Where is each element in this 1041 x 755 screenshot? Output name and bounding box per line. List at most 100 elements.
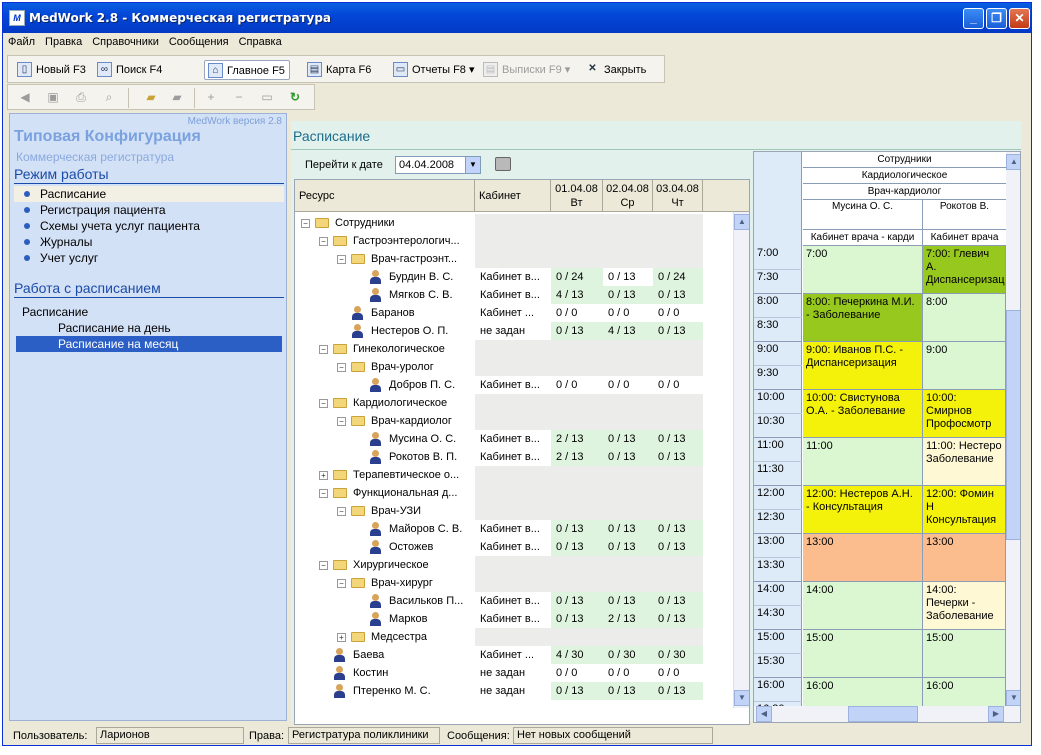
folder-icon[interactable]: ▰ [168,88,186,106]
expand-toggle-icon[interactable]: − [319,561,328,570]
slots-cell[interactable]: 0 / 30 [603,646,653,664]
table-row[interactable]: Нестеров О. П. не задан 0 / 13 4 / 13 0 / 13 [295,322,735,340]
slots-cell[interactable] [551,412,603,430]
slots-cell[interactable] [551,358,603,376]
table-row[interactable]: − Врач-хирург [295,574,735,592]
table-row[interactable]: − Функциональная д... [295,484,735,502]
menu-edit[interactable]: Правка [40,33,87,51]
appointment-slot[interactable]: 12:00: Фомин Н Консультация [923,486,1006,534]
save-icon[interactable]: ▣ [44,88,62,106]
table-row[interactable]: − Гастроэнтерологич... [295,232,735,250]
slots-cell[interactable] [653,628,703,646]
slots-cell[interactable]: 0 / 0 [653,376,703,394]
table-row[interactable]: − Кардиологическое [295,394,735,412]
slots-cell[interactable]: 0 / 0 [551,304,603,322]
table-row[interactable]: − Гинекологическое [295,340,735,358]
table-row[interactable]: Мусина О. С. Кабинет в... 2 / 13 0 / 13 0 / … [295,430,735,448]
slots-cell[interactable] [603,628,653,646]
slots-cell[interactable]: 0 / 0 [653,304,703,322]
appointment-slot[interactable]: 11:00 [803,438,923,486]
appointment-slot[interactable]: 7:00 [803,246,923,294]
doctor-header-1[interactable]: Мусина О. С. [803,200,923,230]
table-row[interactable]: − Врач-УЗИ [295,502,735,520]
table-row[interactable]: + Терапевтическое о... [295,466,735,484]
slots-cell[interactable] [653,232,703,250]
table-row[interactable]: − Врач-гастроэнт... [295,250,735,268]
close-button[interactable]: ✕ Закрыть [582,60,646,80]
grid-vertical-scrollbar[interactable]: ▲ ▼ [733,212,749,708]
slots-cell[interactable]: 0 / 13 [653,448,703,466]
menu-help[interactable]: Справка [234,33,287,51]
appointment-slot[interactable]: 15:00 [923,630,1006,678]
slots-cell[interactable]: 0 / 13 [551,682,603,700]
table-row[interactable]: Бурдин В. С. Кабинет в... 0 / 24 0 / 13 0 / … [295,268,735,286]
slots-cell[interactable] [653,340,703,358]
table-row[interactable]: Баева Кабинет ... 4 / 30 0 / 30 0 / 30 [295,646,735,664]
slots-cell[interactable]: 0 / 13 [603,520,653,538]
slots-cell[interactable]: 0 / 13 [653,322,703,340]
card-button[interactable]: ▤ Карта F6 [304,60,371,80]
appointment-slot[interactable]: 11:00: Нестеро Заболевание [923,438,1006,486]
printer-icon[interactable] [495,157,511,171]
slots-cell[interactable] [551,250,603,268]
slots-cell[interactable]: 0 / 13 [551,610,603,628]
minimize-button[interactable]: _ [963,8,984,29]
slots-cell[interactable] [603,214,653,232]
col-header-date-1[interactable]: 01.04.08 Вт [551,180,603,212]
scroll-thumb[interactable] [848,706,918,722]
mode-item-schedule[interactable]: Расписание [14,186,284,202]
extracts-button[interactable]: ▤ Выписки F9 ▾ [480,60,570,80]
slots-cell[interactable]: 0 / 13 [653,538,703,556]
slots-cell[interactable] [551,466,603,484]
slots-cell[interactable]: 0 / 13 [653,286,703,304]
col-header-resource[interactable]: Ресурс [295,180,475,212]
appointment-slot[interactable]: 13:00 [803,534,923,582]
slots-cell[interactable] [551,502,603,520]
slots-cell[interactable] [603,358,653,376]
expand-toggle-icon[interactable]: − [337,507,346,516]
close-window-button[interactable]: ✕ [1009,8,1030,29]
expand-toggle-icon[interactable]: − [337,579,346,588]
scroll-left-icon[interactable]: ◀ [756,706,772,722]
scroll-up-icon[interactable]: ▲ [734,214,749,230]
appointment-slot[interactable]: 14:00: Печерки - Заболевание [923,582,1006,630]
appointment-slot[interactable]: 7:00: Глевич А. Диспансеризац [923,246,1006,294]
appointment-slot[interactable]: 9:00: Иванов П.С. - Диспансеризация [803,342,923,390]
appointment-slot[interactable]: 13:00 [923,534,1006,582]
expand-toggle-icon[interactable]: + [319,471,328,480]
slots-cell[interactable]: 4 / 30 [551,646,603,664]
schedule-vertical-scrollbar[interactable]: ▲ ▼ [1006,152,1020,722]
slots-cell[interactable] [653,250,703,268]
appointment-slot[interactable]: 8:00 [923,294,1006,342]
table-row[interactable]: − Сотрудники [295,214,735,232]
slots-cell[interactable]: 0 / 30 [653,646,703,664]
slots-cell[interactable]: 0 / 0 [603,304,653,322]
slots-cell[interactable] [653,214,703,232]
table-row[interactable]: Костин не задан 0 / 00 / 00 / 0 [295,664,735,682]
slots-cell[interactable] [603,556,653,574]
slots-cell[interactable]: 0 / 13 [653,430,703,448]
slots-cell[interactable]: 0 / 0 [653,664,703,682]
expand-toggle-icon[interactable]: − [337,255,346,264]
slots-cell[interactable]: 0 / 13 [603,538,653,556]
table-row[interactable]: − Врач-кардиолог [295,412,735,430]
appointment-slot[interactable]: 9:00 [923,342,1006,390]
table-row[interactable]: Мягков С. В. Кабинет в... 4 / 13 0 / 13 0 / … [295,286,735,304]
scroll-right-icon[interactable]: ▶ [988,706,1004,722]
slots-cell[interactable] [551,484,603,502]
tree-item-month[interactable]: Расписание на месяц [16,336,282,352]
table-row[interactable]: Васильков П... Кабинет в... 0 / 13 0 / 13 0 … [295,592,735,610]
slots-cell[interactable]: 0 / 13 [653,520,703,538]
expand-toggle-icon[interactable]: − [301,219,310,228]
slots-cell[interactable] [603,232,653,250]
slots-cell[interactable] [653,358,703,376]
mode-item-schemes[interactable]: Схемы учета услуг пациента [14,218,284,234]
slots-cell[interactable]: 0 / 13 [603,682,653,700]
slots-cell[interactable]: 0 / 13 [551,592,603,610]
slots-cell[interactable] [551,214,603,232]
add-icon[interactable]: + [202,88,220,106]
expand-toggle-icon[interactable]: − [319,237,328,246]
slots-cell[interactable]: 0 / 13 [551,520,603,538]
col-header-date-3[interactable]: 03.04.08 Чт [653,180,703,212]
expand-toggle-icon[interactable]: + [337,633,346,642]
